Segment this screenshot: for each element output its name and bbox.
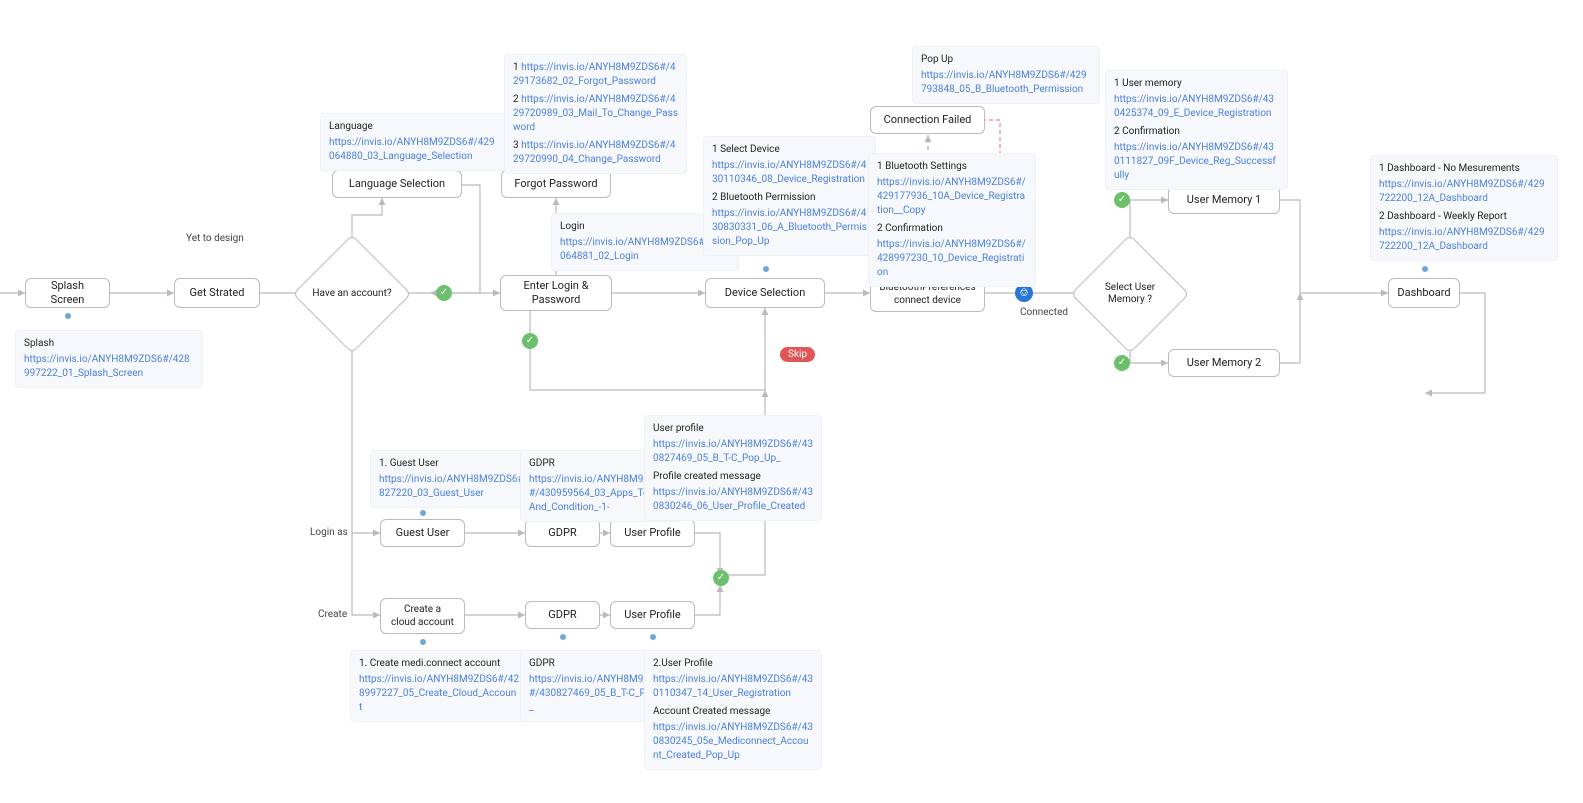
node-user-profile-2[interactable]: User Profile — [610, 601, 695, 629]
node-dashboard[interactable]: Dashboard — [1388, 278, 1460, 308]
connector-dot — [419, 509, 427, 517]
check-icon: ✓ — [1114, 192, 1130, 208]
check-icon: ✓ — [522, 333, 538, 349]
note-popup: Pop Uphttps://invis.io/ANYH8M9ZDS6#/4297… — [912, 46, 1100, 104]
node-splash-screen[interactable]: Splash Screen — [25, 278, 110, 308]
connector-dot — [762, 265, 770, 273]
connector-dot — [649, 633, 657, 641]
note-userprofile-b: 2.User Profilehttps://invis.io/ANYH8M9ZD… — [644, 650, 822, 770]
check-icon: ✓ — [713, 570, 729, 586]
node-gdpr-2[interactable]: GDPR — [525, 601, 600, 629]
note-device: 1 Select Devicehttps://invis.io/ANYH8M9Z… — [703, 136, 876, 256]
node-gdpr-1[interactable]: GDPR — [525, 519, 600, 547]
node-language-selection[interactable]: Language Selection — [332, 170, 462, 198]
connector-dot — [1421, 265, 1429, 273]
note-splash: Splashhttps://invis.io/ANYH8M9ZDS6#/4289… — [15, 330, 203, 388]
connector-dot — [419, 638, 427, 646]
check-icon: ✓ — [1114, 355, 1130, 371]
label-create: Create — [318, 609, 347, 620]
node-device-selection[interactable]: Device Selection — [705, 278, 825, 308]
node-memory-1[interactable]: User Memory 1 — [1168, 186, 1280, 214]
node-have-account[interactable]: Have an account? — [310, 252, 394, 336]
node-connection-failed[interactable]: Connection Failed — [870, 106, 985, 134]
note-memory: 1 User memoryhttps://invis.io/ANYH8M9ZDS… — [1105, 70, 1288, 190]
node-guest-user[interactable]: Guest User — [380, 519, 465, 547]
label-login-as: Login as — [310, 527, 348, 538]
skip-badge: Skip — [780, 347, 815, 362]
note-dashboard: 1 Dashboard - No Mesurementshttps://invi… — [1370, 155, 1558, 261]
note-bt-settings: 1 Bluetooth Settingshttps://invis.io/ANY… — [868, 153, 1036, 287]
check-icon: ✓ — [436, 285, 452, 301]
node-user-profile-1[interactable]: User Profile — [610, 519, 695, 547]
label-yet-to-design: Yet to design — [186, 233, 244, 244]
node-select-memory[interactable]: Select User Memory ? — [1088, 252, 1172, 336]
node-enter-login[interactable]: Enter Login & Password — [500, 275, 612, 311]
node-get-started[interactable]: Get Strated — [174, 278, 260, 308]
connector-dot — [559, 633, 567, 641]
label-connected: Connected — [1020, 307, 1068, 318]
note-forgot: 1 https://invis.io/ANYH8M9ZDS6#/42917368… — [504, 54, 687, 174]
note-userprofile-a: User profilehttps://invis.io/ANYH8M9ZDS6… — [644, 415, 822, 521]
note-language: Languagehttps://invis.io/ANYH8M9ZDS6#/42… — [320, 113, 508, 171]
node-forgot-password[interactable]: Forgot Password — [501, 170, 611, 198]
connector-dot — [64, 312, 72, 320]
note-create-account: 1. Create medi.connect accounthttps://in… — [350, 650, 528, 722]
node-create-cloud[interactable]: Create a cloud account — [380, 598, 465, 634]
node-memory-2[interactable]: User Memory 2 — [1168, 349, 1280, 377]
